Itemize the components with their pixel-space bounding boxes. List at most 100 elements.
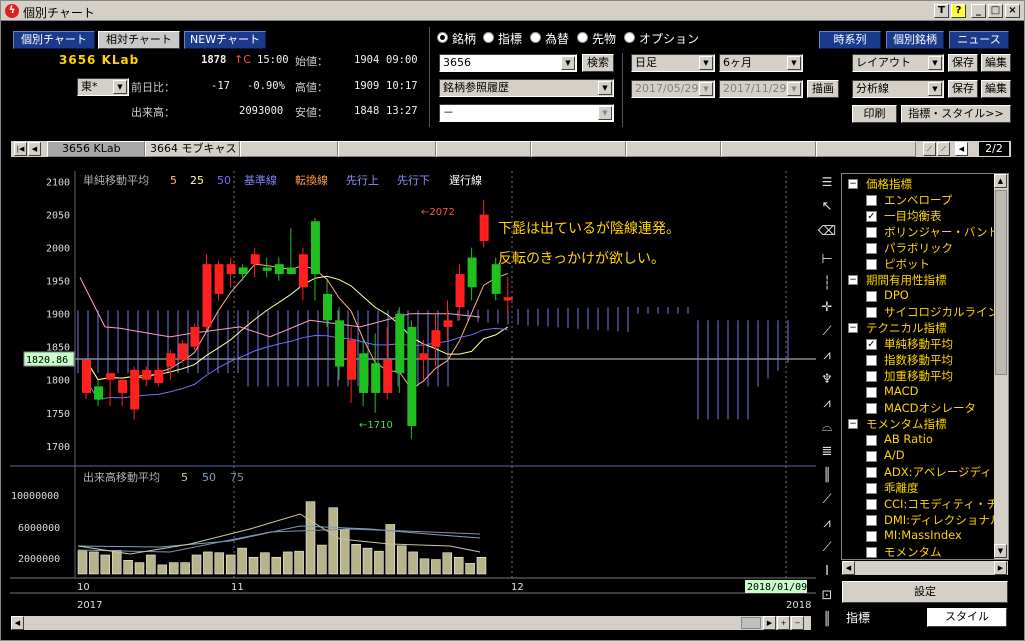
scroll-left-icon[interactable]: ◀: [842, 561, 855, 575]
tab-klab[interactable]: 3656 KLab: [47, 141, 145, 157]
range-select[interactable]: 6ヶ月 ▼: [719, 54, 803, 72]
checkbox[interactable]: [866, 403, 877, 414]
chart-scroll-right-icon[interactable]: ▶: [763, 616, 776, 630]
price-chart[interactable]: 単純移動平均 5 25 50 基準線 転換線 先行上 先行下 遅行線 下髭は出て…: [10, 169, 816, 614]
prev-tab-icon[interactable]: ◀: [28, 142, 41, 156]
trendline-icon[interactable]: ⟋: [816, 321, 838, 343]
cycle-icon[interactable]: ║: [816, 465, 838, 487]
tree-hscrollbar[interactable]: ◀ ▶: [842, 561, 1008, 575]
from-date-select[interactable]: 2017/05/29 ▼: [631, 80, 715, 98]
style-tab[interactable]: スタイル: [927, 608, 1007, 627]
draw-button[interactable]: 描画: [807, 80, 839, 98]
gann-icon[interactable]: ⩘: [816, 393, 838, 415]
analysis-save-button[interactable]: 保存: [948, 80, 978, 98]
checkbox[interactable]: [866, 243, 877, 254]
checkbox[interactable]: [866, 483, 877, 494]
layout-save-button[interactable]: 保存: [948, 54, 978, 72]
tab-scroll-left-icon[interactable]: ⟋: [923, 142, 936, 156]
unit-select[interactable]: 日足 ▼: [631, 54, 715, 72]
tab-empty[interactable]: [721, 141, 816, 157]
close-button[interactable]: ×: [1005, 4, 1020, 18]
tab-empty[interactable]: [240, 141, 338, 157]
cross-icon[interactable]: ✛: [816, 297, 838, 319]
collapse-icon[interactable]: −: [848, 179, 858, 189]
checkbox[interactable]: ✓: [866, 211, 877, 222]
bars-icon[interactable]: ║: [816, 609, 838, 631]
back-arrow-icon[interactable]: ◀: [955, 142, 968, 156]
analysis-edit-button[interactable]: 編集: [981, 80, 1011, 98]
blank-select[interactable]: － ▼: [439, 104, 614, 122]
radio-stock[interactable]: [437, 32, 448, 43]
line2-icon[interactable]: ⟋: [816, 537, 838, 559]
tab-scroll-right-icon[interactable]: ⟋: [937, 142, 950, 156]
settings-button[interactable]: 設定: [842, 581, 1008, 603]
scroll-right-icon[interactable]: ▶: [994, 561, 1007, 575]
arc-icon[interactable]: ⌓: [816, 417, 838, 439]
radio-index[interactable]: [483, 32, 494, 43]
collapse-icon[interactable]: −: [848, 419, 858, 429]
checkbox[interactable]: ✓: [866, 339, 877, 350]
indicator-style-button[interactable]: 指標・スタイル>>: [901, 105, 1011, 123]
checkbox[interactable]: [866, 515, 877, 526]
checkbox[interactable]: [866, 467, 877, 478]
collapse-icon[interactable]: −: [848, 323, 858, 333]
scroll-down-icon[interactable]: ▼: [994, 544, 1007, 558]
individual-chart-button[interactable]: 個別チャート: [13, 31, 95, 49]
to-date-select[interactable]: 2017/11/29 ▼: [719, 80, 803, 98]
text-icon[interactable]: Ⅰ: [816, 561, 838, 583]
checkbox[interactable]: [866, 531, 877, 542]
channel-icon[interactable]: ≣: [816, 441, 838, 463]
tab-empty[interactable]: [436, 141, 531, 157]
title-bar[interactable]: ϟ 個別チャート T ? _ □ ×: [1, 1, 1024, 21]
maximize-button[interactable]: □: [988, 4, 1003, 18]
tree-scrollbar[interactable]: ▲ ▼: [994, 174, 1008, 559]
news-button[interactable]: ニュース: [949, 31, 1009, 49]
checkbox[interactable]: [866, 499, 877, 510]
checkbox[interactable]: [866, 195, 877, 206]
eraser-icon[interactable]: ⌫: [816, 221, 838, 243]
minimize-button[interactable]: _: [971, 4, 986, 18]
tab-empty[interactable]: [816, 141, 916, 157]
tab-empty[interactable]: [338, 141, 436, 157]
scroll-up-icon[interactable]: ▲: [994, 174, 1007, 188]
indicator-tab[interactable]: 指標: [842, 609, 924, 627]
fan2-icon[interactable]: ⩘: [816, 513, 838, 535]
stock-code-input[interactable]: 3656 ▼: [439, 54, 577, 72]
checkbox[interactable]: [866, 547, 877, 558]
stock-detail-button[interactable]: 個別銘柄: [886, 31, 944, 49]
chart-hscrollbar[interactable]: ◀ ▶ + −: [11, 616, 811, 630]
checkbox[interactable]: [866, 435, 877, 446]
zoom-out-icon[interactable]: −: [791, 616, 804, 630]
checkbox[interactable]: [866, 307, 877, 318]
radio-fx[interactable]: [530, 32, 541, 43]
cursor-icon[interactable]: ↖: [816, 196, 838, 218]
layout-edit-button[interactable]: 編集: [981, 54, 1011, 72]
text-button[interactable]: T: [934, 4, 949, 18]
new-chart-button[interactable]: NEWチャート: [184, 31, 266, 49]
timeseries-button[interactable]: 時系列: [819, 31, 881, 49]
tab-mobcast[interactable]: 3664 モブキャス: [145, 141, 240, 157]
print-button[interactable]: 印刷: [852, 105, 897, 123]
box-icon[interactable]: ⊡: [816, 585, 838, 607]
search-button[interactable]: 検索: [582, 54, 614, 72]
checkbox[interactable]: [866, 355, 877, 366]
radio-futures[interactable]: [577, 32, 588, 43]
hline-icon[interactable]: ⊢: [816, 249, 838, 271]
scroll-thumb[interactable]: [995, 190, 1007, 375]
help-button[interactable]: ?: [951, 4, 966, 18]
first-tab-icon[interactable]: |◀: [14, 142, 27, 156]
checkbox[interactable]: [866, 291, 877, 302]
analysis-select[interactable]: 分析線 ▼: [852, 80, 944, 98]
chevron-down-icon[interactable]: ▼: [561, 56, 575, 70]
menu-icon[interactable]: ☰: [816, 171, 838, 193]
checkbox[interactable]: [866, 387, 877, 398]
chart-scroll-thumb[interactable]: [741, 617, 761, 629]
layout-select[interactable]: レイアウト ▼: [852, 54, 944, 72]
tab-empty[interactable]: [626, 141, 721, 157]
checkbox[interactable]: [866, 451, 877, 462]
tab-empty[interactable]: [531, 141, 626, 157]
relative-chart-button[interactable]: 相対チャート: [98, 31, 180, 49]
checkbox[interactable]: [866, 371, 877, 382]
vline-icon[interactable]: ┆: [816, 273, 838, 295]
exchange-select[interactable]: 東* ▼: [77, 78, 129, 96]
